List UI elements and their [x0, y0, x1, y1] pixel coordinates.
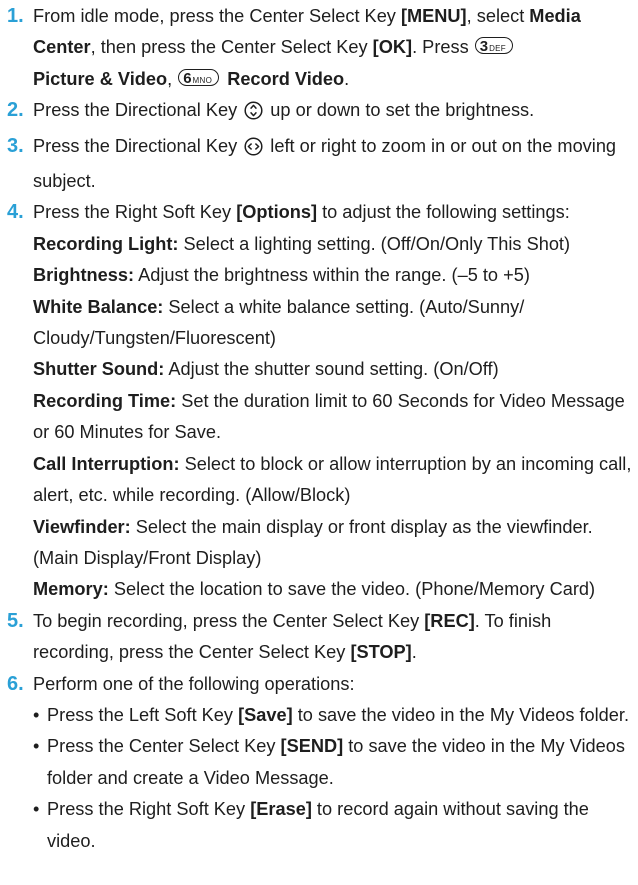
setting-recording-light: Recording Light: Select a lighting setti… — [33, 229, 632, 260]
step-number: 5. — [7, 609, 24, 632]
keypad-6-icon: 6MNO — [178, 68, 220, 86]
setting-name: Shutter Sound: — [33, 359, 165, 380]
step-number: 6. — [7, 672, 24, 695]
setting-brightness: Brightness: Adjust the brightness within… — [33, 260, 632, 291]
menu-item-label: Picture & Video — [33, 68, 168, 89]
key-label: [STOP] — [350, 642, 412, 663]
setting-shutter-sound: Shutter Sound: Adjust the shutter sound … — [33, 354, 632, 385]
step-3: 3. Press the Directional Key left or rig… — [7, 131, 632, 198]
operation-item-send: Press the Center Select Key [SEND] to sa… — [33, 731, 632, 794]
setting-description: Adjust the brightness within the range. … — [134, 265, 530, 286]
setting-name: Memory: — [33, 579, 109, 600]
key-label: [Save] — [238, 704, 293, 725]
key-label: [Options] — [236, 202, 318, 223]
step-text: to adjust the following settings: — [317, 202, 570, 223]
step-text: From idle mode, press the Center Select … — [33, 6, 401, 26]
setting-description: Select the location to save the video. (… — [108, 579, 596, 600]
step-number: 3. — [7, 134, 24, 157]
key-label: [MENU] — [400, 6, 467, 26]
operation-list: Press the Left Soft Key [Save] to save t… — [33, 700, 632, 857]
setting-memory: Memory: Select the location to save the … — [33, 574, 632, 605]
leftright-key-icon — [244, 135, 263, 166]
menu-item-label: Record Video — [227, 68, 345, 89]
key-label: [SEND] — [280, 736, 344, 757]
setting-description: Adjust the shutter sound setting. (On/Of… — [164, 359, 499, 380]
step-1: 1. From idle mode, press the Center Sele… — [7, 1, 632, 95]
step-text: , — [167, 68, 178, 89]
step-number: 1. — [7, 5, 24, 27]
step-text: Press the Directional Key — [33, 100, 243, 121]
operation-item-save: Press the Left Soft Key [Save] to save t… — [33, 700, 632, 732]
step-4: 4. Press the Right Soft Key [Options] to… — [7, 197, 632, 605]
keypad-3-icon: 3DEF — [474, 37, 513, 55]
step-text: To begin recording, press the Center Sel… — [33, 610, 425, 631]
step-text: , select — [466, 6, 530, 26]
step-number: 2. — [7, 99, 24, 122]
step-text: . — [411, 642, 417, 663]
operation-item-erase: Press the Right Soft Key [Erase] to reco… — [33, 794, 632, 857]
setting-name: Recording Time: — [33, 390, 177, 411]
setting-name: White Balance: — [33, 296, 164, 317]
step-text: Perform one of the following operations: — [33, 673, 355, 694]
setting-name: Recording Light: — [33, 233, 179, 254]
step-text: , then press the Center Select Key — [90, 37, 373, 58]
setting-white-balance: White Balance: Select a white balance se… — [33, 292, 632, 355]
key-label: [REC] — [424, 610, 475, 631]
key-label: [OK] — [372, 37, 413, 58]
step-2: 2. Press the Directional Key up or down … — [7, 95, 632, 130]
setting-name: Brightness: — [33, 265, 135, 286]
step-text: Press the Right Soft Key — [33, 202, 237, 223]
step-text: . — [344, 68, 350, 89]
setting-name: Viewfinder: — [33, 516, 131, 537]
step-text: Press the Directional Key — [33, 135, 243, 156]
setting-description: Select a lighting setting. (Off/On/Only … — [178, 233, 571, 254]
key-label: [Erase] — [250, 799, 312, 820]
step-6: 6. Perform one of the following operatio… — [7, 669, 632, 857]
step-text: . Press — [412, 37, 474, 58]
step-5: 5. To begin recording, press the Center … — [7, 606, 632, 669]
step-text: up or down to set the brightness. — [265, 100, 535, 121]
setting-recording-time: Recording Time: Set the duration limit t… — [33, 386, 632, 449]
instruction-page: 1. From idle mode, press the Center Sele… — [0, 0, 638, 885]
step-number: 4. — [7, 201, 24, 224]
setting-viewfinder: Viewfinder: Select the main display or f… — [33, 512, 632, 575]
setting-call-interruption: Call Interruption: Select to block or al… — [33, 449, 632, 512]
updown-key-icon — [244, 99, 263, 130]
setting-name: Call Interruption: — [33, 453, 180, 474]
